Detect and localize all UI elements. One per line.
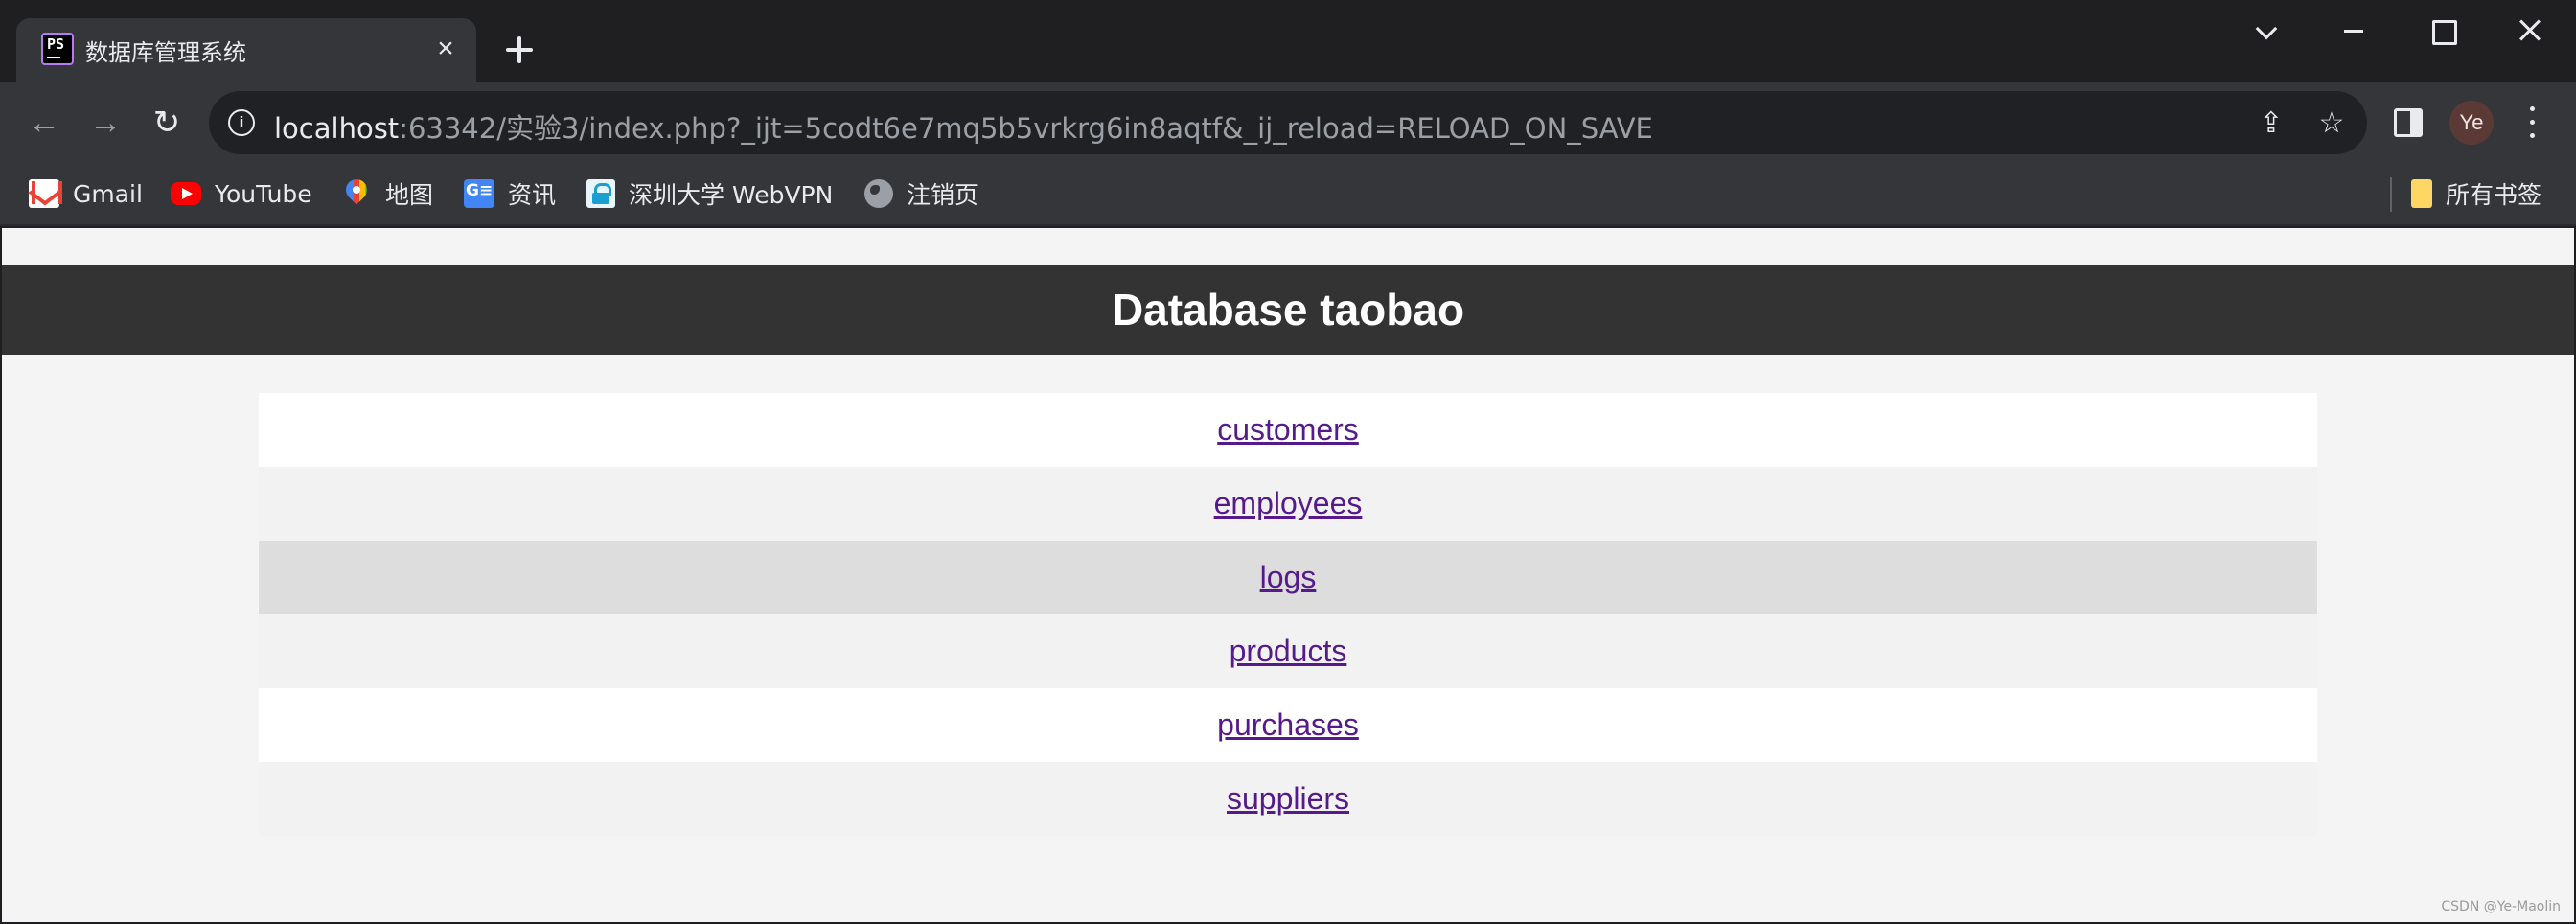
close-window-icon[interactable]: [2501, 10, 2559, 52]
url-text[interactable]: localhost:63342/实验3/index.php?_ijt=5codt…: [274, 106, 1653, 147]
bookmark-webvpn[interactable]: 深圳大学 WebVPN: [586, 174, 833, 213]
bookmark-news[interactable]: 资讯: [464, 174, 556, 213]
folder-icon: [2411, 179, 2432, 208]
table-row: products: [259, 614, 2317, 688]
bookmark-star-icon[interactable]: ☆: [2312, 104, 2351, 143]
url-path: :63342/实验3/index.php?_ijt=5codt6e7mq5b5v…: [399, 112, 1653, 145]
bookmark-label: Gmail: [73, 179, 143, 208]
bookmark-label: 资讯: [508, 181, 557, 209]
tab-search-icon[interactable]: [2238, 10, 2295, 52]
share-icon[interactable]: ⇪: [2252, 104, 2290, 143]
reload-icon[interactable]: ↻: [144, 100, 190, 146]
table-row: employees: [259, 467, 2317, 541]
bookmark-logout[interactable]: 注销页: [864, 174, 978, 213]
bookmarks-divider: [2390, 177, 2392, 212]
tab-strip: PS 数据库管理系统 ×: [0, 0, 2576, 82]
more-menu-icon[interactable]: [2522, 104, 2542, 142]
profile-avatar[interactable]: Ye: [2450, 101, 2494, 145]
page-title: Database taobao: [1111, 285, 1465, 335]
maps-icon: [346, 179, 367, 208]
browser-tab[interactable]: PS 数据库管理系统 ×: [16, 18, 476, 82]
table-row: purchases: [259, 688, 2317, 762]
back-arrow-icon[interactable]: ←: [21, 100, 67, 146]
new-tab-button[interactable]: [498, 29, 540, 71]
table-link-employees[interactable]: employees: [1214, 486, 1363, 521]
all-bookmarks-label: 所有书签: [2446, 181, 2542, 209]
globe-icon: [864, 179, 893, 208]
minimize-icon[interactable]: [2325, 10, 2382, 52]
table-link-suppliers[interactable]: suppliers: [1227, 781, 1349, 817]
tab-title: 数据库管理系统: [85, 39, 246, 66]
tab-close-icon[interactable]: ×: [428, 32, 463, 66]
page-viewport: Database taobao customers employees logs…: [2, 228, 2574, 922]
gmail-icon: [29, 179, 62, 208]
table-link-customers[interactable]: customers: [1217, 412, 1359, 448]
news-icon: [464, 179, 494, 208]
youtube-icon: [171, 182, 201, 205]
url-host: localhost: [274, 112, 400, 145]
site-info-icon[interactable]: i: [228, 109, 255, 136]
maximize-icon[interactable]: [2413, 10, 2471, 52]
page-header: Database taobao: [2, 265, 2574, 355]
table-link-products[interactable]: products: [1230, 634, 1347, 669]
bookmark-gmail[interactable]: Gmail: [29, 174, 143, 213]
forward-arrow-icon[interactable]: →: [82, 100, 128, 146]
table-row: logs: [259, 541, 2317, 614]
vpn-lock-icon: [586, 179, 615, 208]
bookmark-label: 深圳大学 WebVPN: [629, 181, 834, 209]
table-list: customers employees logs products purcha…: [259, 393, 2317, 836]
bookmark-maps[interactable]: 地图: [341, 174, 433, 213]
browser-toolbar: ← → ↻ i localhost:63342/实验3/index.php?_i…: [0, 82, 2576, 163]
table-link-logs[interactable]: logs: [1260, 560, 1317, 595]
address-bar[interactable]: i localhost:63342/实验3/index.php?_ijt=5co…: [209, 91, 2367, 154]
bookmark-youtube[interactable]: YouTube: [171, 174, 312, 213]
all-bookmarks-button[interactable]: 所有书签: [2411, 174, 2542, 213]
bookmarks-bar: Gmail YouTube 地图 资讯 深圳大学 WebVPN 注销页 所有书签: [0, 163, 2576, 226]
table-row: customers: [259, 393, 2317, 467]
bookmark-label: YouTube: [215, 179, 312, 208]
side-panel-icon[interactable]: [2394, 108, 2423, 137]
bookmark-label: 地图: [385, 181, 434, 209]
bookmark-label: 注销页: [907, 181, 979, 209]
watermark: CSDN @Ye-Maolin: [2441, 899, 2561, 914]
phpstorm-icon: PS: [41, 33, 74, 65]
table-row: suppliers: [259, 762, 2317, 836]
table-link-purchases[interactable]: purchases: [1217, 707, 1359, 743]
